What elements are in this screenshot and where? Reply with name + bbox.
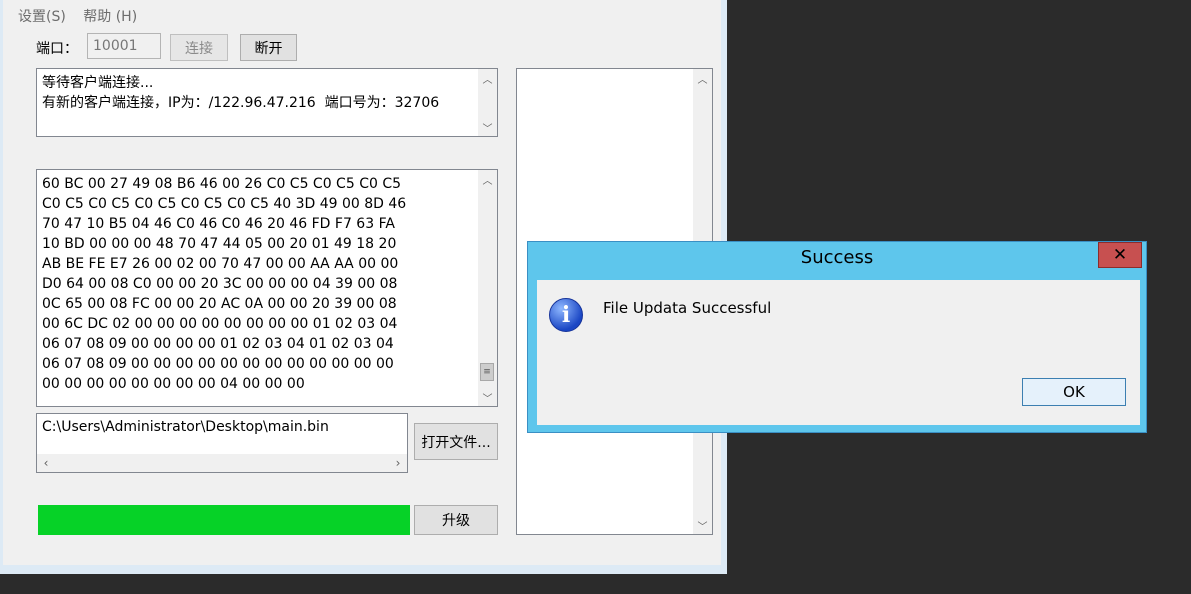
port-input[interactable] (87, 33, 161, 59)
log-line: 等待客户端连接... (42, 75, 154, 91)
scroll-down-icon[interactable]: ﹀ (478, 118, 497, 136)
dialog-title: Success (800, 247, 874, 268)
success-dialog: Success ✕ i File Updata Successful OK (527, 241, 1147, 433)
scroll-thumb[interactable]: ≡ (480, 363, 494, 381)
file-path-text: C:\Users\Administrator\Desktop\main.bin (42, 419, 329, 435)
upgrade-progress-bar (38, 505, 410, 535)
scroll-down-icon[interactable]: ﹀ (478, 388, 497, 406)
scroll-down-icon[interactable]: ﹀ (693, 516, 712, 534)
info-icon: i (549, 298, 583, 332)
hex-line: 70 47 10 B5 04 46 C0 46 C0 46 20 46 FD F… (42, 216, 395, 232)
hex-textbox[interactable]: 60 BC 00 27 49 08 B6 46 00 26 C0 C5 C0 C… (36, 169, 498, 407)
upgrade-button[interactable]: 升级 (414, 505, 498, 535)
hex-line: 0C 65 00 08 FC 00 00 20 AC 0A 00 00 20 3… (42, 296, 397, 312)
file-path-hscrollbar[interactable]: ‹ › (37, 454, 407, 472)
log-line: 有新的客户端连接，IP为：/122.96.47.216 端口号为：32706 (42, 95, 440, 111)
scroll-up-icon[interactable]: ︿ (693, 69, 712, 87)
open-file-button[interactable]: 打开文件... (414, 423, 498, 460)
hex-line: 60 BC 00 27 49 08 B6 46 00 26 C0 C5 C0 C… (42, 176, 402, 192)
hex-line: 00 00 00 00 00 00 00 00 04 00 00 00 (42, 376, 305, 392)
hex-scrollbar[interactable]: ︿ ≡ ﹀ (478, 170, 497, 406)
hex-line: 00 6C DC 02 00 00 00 00 00 00 00 00 01 0… (42, 316, 398, 332)
scroll-right-icon[interactable]: › (389, 454, 407, 472)
menu-bar: 设置(S) 帮助 (H) (18, 6, 150, 26)
menu-help[interactable]: 帮助 (H) (83, 9, 137, 25)
connect-button[interactable]: 连接 (170, 34, 228, 61)
log-textbox[interactable]: 等待客户端连接... 有新的客户端连接，IP为：/122.96.47.216 端口… (36, 68, 498, 137)
dialog-message: File Updata Successful (603, 299, 772, 317)
hex-line: AB BE FE E7 26 00 02 00 70 47 00 00 AA A… (42, 256, 399, 272)
hex-content: 60 BC 00 27 49 08 B6 46 00 26 C0 C5 C0 C… (37, 170, 497, 398)
hex-line: 06 07 08 09 00 00 00 00 01 02 03 04 01 0… (42, 336, 394, 352)
hex-line: 06 07 08 09 00 00 00 00 00 00 00 00 00 0… (42, 356, 394, 372)
log-content: 等待客户端连接... 有新的客户端连接，IP为：/122.96.47.216 端口… (37, 69, 497, 117)
scroll-up-icon[interactable]: ︿ (478, 170, 497, 188)
dialog-body: i File Updata Successful OK (537, 280, 1140, 425)
disconnect-button[interactable]: 断开 (240, 34, 297, 61)
hex-line: D0 64 00 08 C0 00 00 20 3C 00 00 00 04 3… (42, 276, 398, 292)
menu-settings[interactable]: 设置(S) (18, 9, 66, 25)
hex-line: C0 C5 C0 C5 C0 C5 C0 C5 C0 C5 40 3D 49 0… (42, 196, 407, 212)
port-label: 端口： (36, 41, 78, 57)
close-icon[interactable]: ✕ (1098, 242, 1142, 268)
scroll-left-icon[interactable]: ‹ (37, 454, 55, 472)
hex-line: 10 BD 00 00 00 48 70 47 44 05 00 20 01 4… (42, 236, 397, 252)
file-path-textbox[interactable]: C:\Users\Administrator\Desktop\main.bin … (36, 413, 408, 473)
ok-button[interactable]: OK (1022, 378, 1126, 406)
scroll-up-icon[interactable]: ︿ (478, 69, 497, 87)
log-scrollbar[interactable]: ︿ ﹀ (478, 69, 497, 136)
